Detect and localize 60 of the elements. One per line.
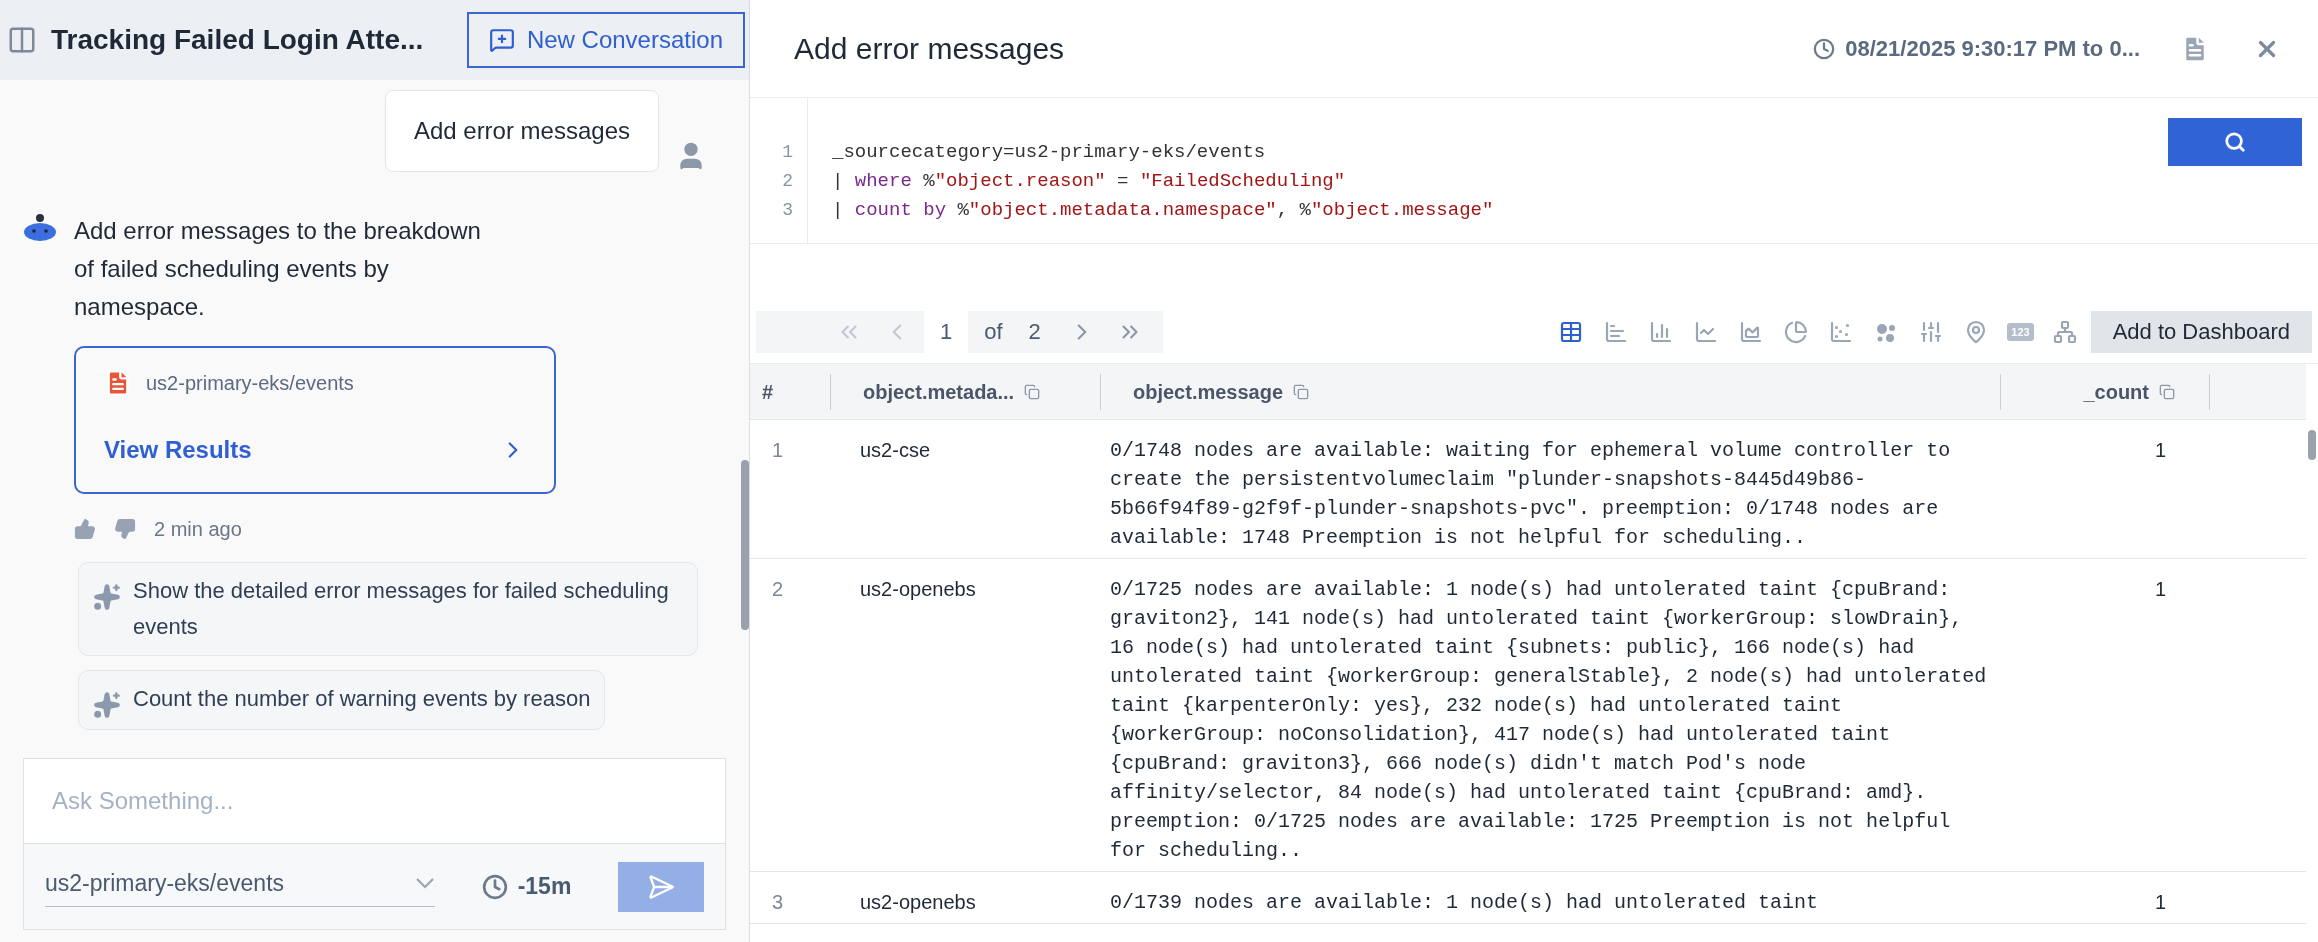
query-editor[interactable]: 1 2 3 _sourcecategory=us2-primary-eks/events | where %"object.reason" = "FailedScheduling" | count by %"object.metadata.namespace", %"object.message" — [750, 98, 2318, 244]
column-header[interactable]: _count — [2083, 376, 2149, 407]
copy-icon[interactable] — [1024, 383, 1041, 400]
copy-icon[interactable] — [2159, 383, 2175, 400]
column-header[interactable]: object.metada... — [863, 376, 1015, 407]
suggestion-chip[interactable]: Show the detailed error messages for failed scheduling events — [78, 562, 698, 656]
panel-title: Add error messages — [794, 31, 1066, 67]
query-line: | where %"object.reason" = "FailedScheduling" — [832, 169, 1347, 194]
search-button[interactable] — [2168, 118, 2302, 166]
line-number: 2 — [782, 170, 793, 193]
thumbs-down-icon[interactable] — [114, 518, 136, 540]
scrollbar-thumb[interactable] — [2308, 430, 2316, 460]
conversation-title: Tracking Failed Login Atte... — [51, 23, 425, 57]
query-line: _sourcecategory=us2-primary-eks/events — [832, 140, 1267, 165]
new-conversation-button[interactable]: New Conversation — [466, 12, 745, 68]
scrollbar-thumb[interactable] — [741, 460, 749, 630]
source-select[interactable]: us2-primary-eks/events — [45, 865, 435, 908]
clock-icon — [481, 873, 508, 900]
time-range[interactable]: -15m — [517, 869, 572, 904]
table-cell-text: 0/1739 nodes are available: 1 node(s) had untolerated taint — [1109, 890, 1820, 916]
table-cell-text: 0/1725 nodes are available: 1 node(s) had untolerated taint {cpuBrand: graviton2}, 141 node(s) had untolerated taint {workerGroup: slowDrain}, 16 node(s) had untolerated taint {subnets: public}, 166 node(s) had untolerated taint {workerGroup: generalStable}, 2 node(s) had untolerated taint {karpenterOnly: yes}, 232 node(s) had untolerated taint {workerGroup: noConsolidation}, 417 node(s) had untolerated taint {cpuBrand: graviton3}, 666 node(s) didn't match Pod's node affinity/selector, 84 node(s) had untolerated taint {cpuBrand: amd}. preemption: 0/1725 nodes are available: 1725 Preemption is not helpful for scheduling.. — [1109, 577, 1988, 864]
sidebar-toggle-icon[interactable] — [7, 25, 37, 55]
table-cell-text: 0/1748 nodes are available: waiting for ephemeral volume controller to create the persistentvolumeclaim "plunder-snapshots-8445d49b86-5b66f94f89-g2f9f-plunder-snapshots-pvc". preemption: 0/1748 nodes are available: 1748 Preemption is not helpful for scheduling.. — [1109, 438, 1952, 551]
chevron-down-icon — [415, 877, 435, 889]
assistant-message: Add error messages to the breakdown of failed scheduling events by namespace. — [74, 216, 482, 322]
page-number[interactable]: 1 — [924, 310, 969, 353]
add-to-dashboard-button[interactable]: Add to Dashboard — [2090, 310, 2312, 353]
search-icon — [2224, 131, 2246, 153]
page-of-label: of — [984, 318, 1003, 346]
table-cell-text: us2-openebs — [859, 577, 977, 602]
user-message: Add error messages — [384, 90, 659, 172]
row-index: 1 — [771, 438, 785, 463]
time-range[interactable]: 08/21/2025 9:30:17 PM to 0... — [1845, 32, 2140, 65]
robot-avatar-icon — [22, 212, 58, 244]
table-cell-text: 1 — [2153, 438, 2167, 463]
sparkle-icon — [93, 691, 121, 719]
clock-icon — [1813, 37, 1836, 60]
view-results-link[interactable]: View Results — [104, 432, 526, 468]
row-index: 3 — [771, 890, 785, 915]
copy-icon[interactable] — [1293, 383, 1310, 400]
table-cell-text: us2-openebs — [859, 890, 977, 915]
chat-plus-icon — [488, 27, 515, 53]
line-number: 3 — [782, 199, 793, 222]
page-total: 2 — [1028, 318, 1041, 346]
column-header[interactable]: object.message — [1133, 376, 1284, 407]
row-index: 2 — [771, 577, 785, 602]
column-header[interactable]: # — [762, 376, 774, 407]
result-source: us2-primary-eks/events — [146, 371, 354, 396]
table-cell-text: us2-cse — [859, 438, 932, 463]
table-cell-text: 1 — [2153, 577, 2167, 602]
thumbs-up-icon[interactable] — [74, 518, 96, 540]
ask-input[interactable]: Ask Something... — [23, 758, 726, 844]
message-time: 2 min ago — [154, 517, 242, 542]
sparkle-icon — [93, 583, 121, 611]
line-number: 1 — [782, 141, 793, 164]
table-cell-text: 1 — [2153, 890, 2167, 915]
query-line: | count by %"object.metadata.namespace", %"object.message" — [832, 198, 1495, 223]
suggestion-chip[interactable]: Count the number of warning events by reason — [78, 670, 606, 730]
send-icon — [647, 872, 675, 901]
send-button[interactable] — [618, 861, 704, 912]
